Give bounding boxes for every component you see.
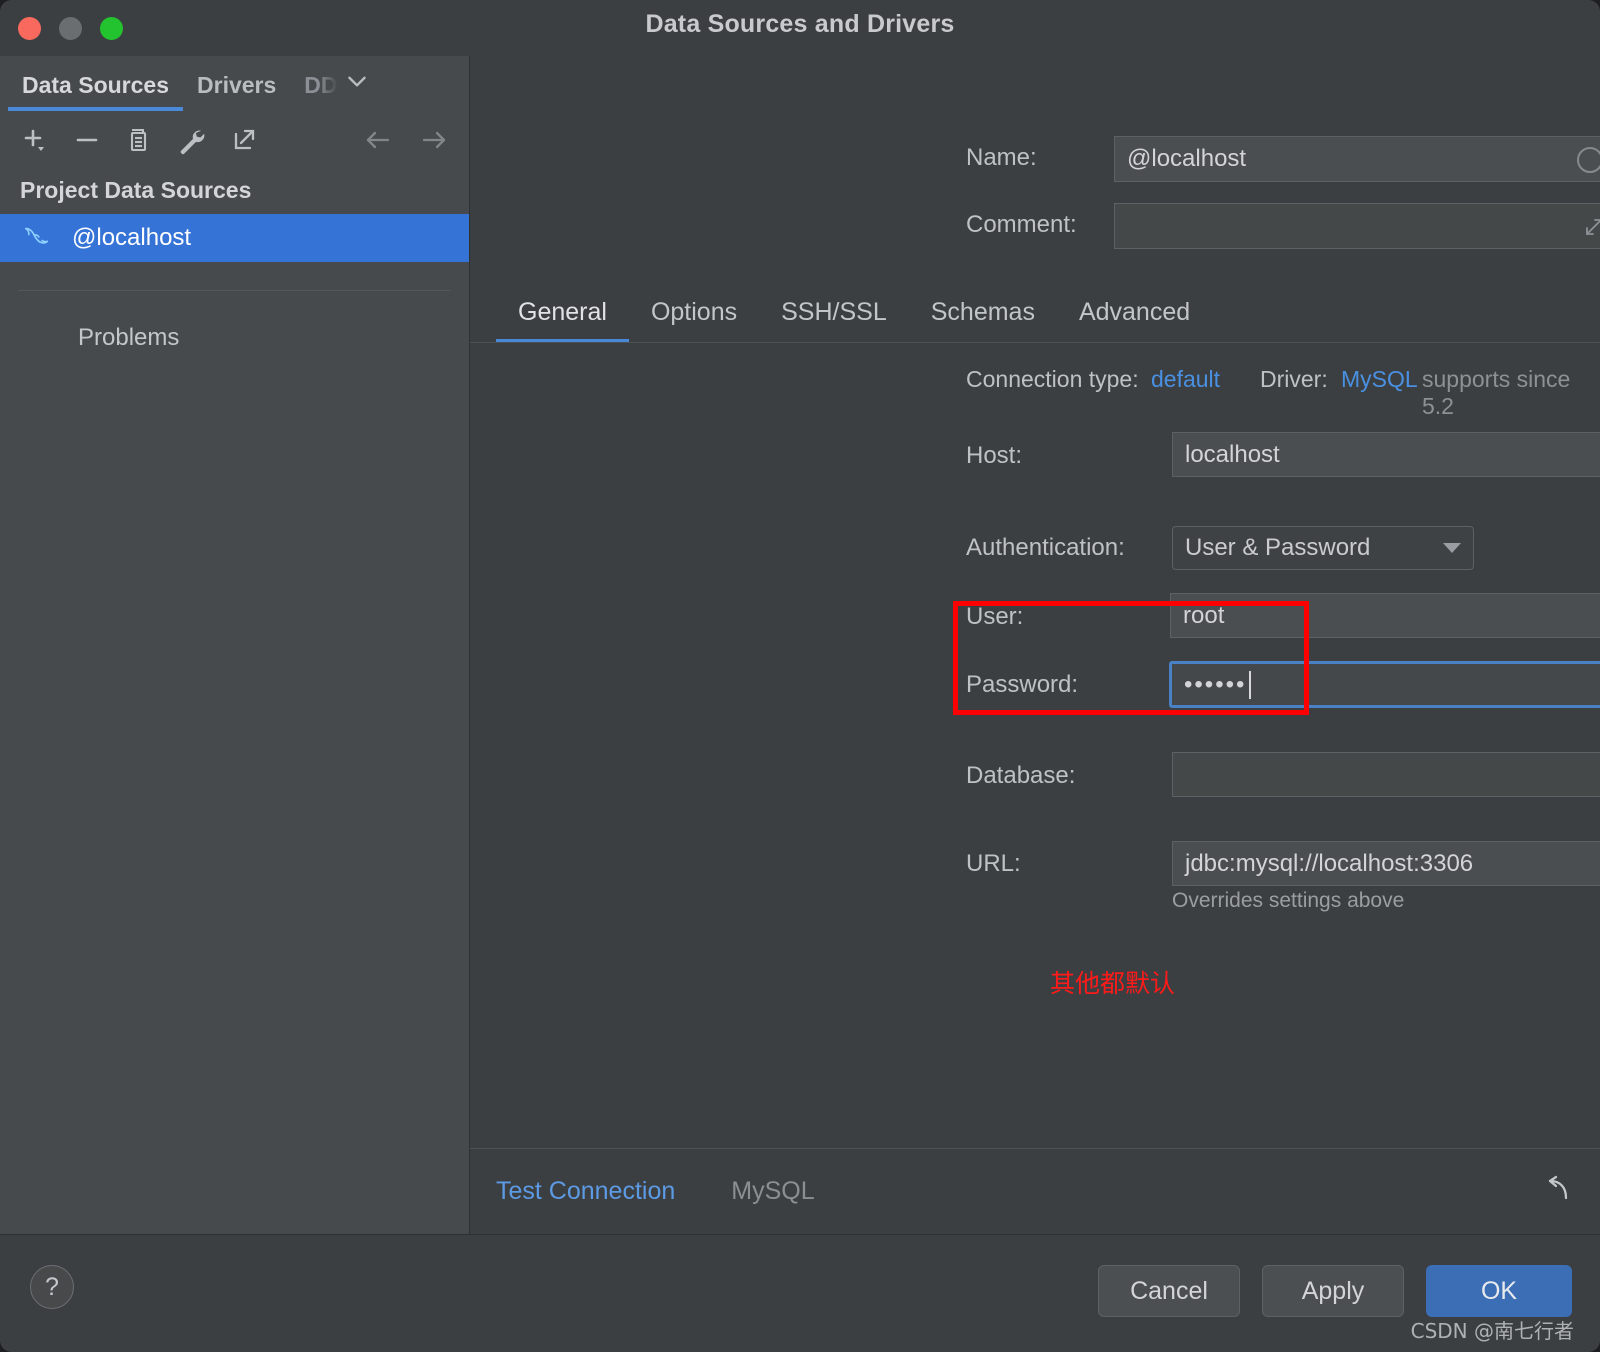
annotation-note: 其他都默认 — [1050, 969, 1176, 998]
name-input[interactable]: @localhost — [1114, 136, 1600, 182]
forward-arrow-icon[interactable] — [413, 119, 455, 161]
share-export-icon[interactable] — [222, 119, 264, 161]
sidebar-lower-area: Problems — [0, 262, 469, 1234]
sidebar-toolbar — [0, 111, 469, 169]
detail-scroll-area: Name: @localhost Create DDL Mapping Comm… — [470, 56, 1600, 1148]
authentication-value: User & Password — [1185, 534, 1371, 561]
test-connection-link[interactable]: Test Connection — [496, 1177, 675, 1206]
problems-label: Problems — [78, 324, 180, 351]
chevron-down-icon[interactable] — [344, 68, 370, 111]
mysql-dolphin-icon — [22, 223, 52, 254]
comment-input[interactable] — [1114, 203, 1600, 249]
tab-drivers[interactable]: Drivers — [183, 72, 290, 111]
authentication-label: Authentication: — [966, 534, 1125, 561]
apply-button[interactable]: Apply — [1262, 1265, 1404, 1317]
duplicate-icon[interactable] — [118, 119, 160, 161]
driver-name-label: MySQL — [731, 1177, 815, 1205]
detail-tab-bar: General Options SSH/SSL Schemas Advanced — [496, 281, 1600, 343]
help-button[interactable]: ? — [30, 1265, 74, 1309]
circle-icon[interactable] — [1575, 145, 1600, 182]
window-title: Data Sources and Drivers — [645, 10, 955, 38]
sidebar: Data Sources Drivers DD Project Data Sou… — [0, 56, 470, 1234]
sidebar-item-localhost[interactable]: @localhost — [0, 214, 469, 262]
dialog-window: Data Sources and Drivers Data Sources Dr… — [0, 0, 1600, 1352]
ok-button[interactable]: OK — [1426, 1265, 1572, 1317]
caret-down-icon — [1443, 543, 1461, 553]
user-input[interactable]: root — [1170, 593, 1600, 638]
back-arrow-icon[interactable] — [357, 119, 399, 161]
watermark: CSDN @南七行者 — [1410, 1319, 1574, 1343]
tab-general[interactable]: General — [496, 281, 629, 343]
revert-arrow-icon[interactable] — [1540, 1172, 1574, 1211]
authentication-select[interactable]: User & Password — [1172, 526, 1474, 570]
host-input-value: localhost — [1185, 440, 1280, 468]
tab-divider — [470, 342, 1600, 343]
tab-ssh-ssl[interactable]: SSH/SSL — [759, 281, 909, 343]
host-label: Host: — [966, 442, 1023, 469]
tab-ddl-mappings[interactable]: DD — [290, 72, 337, 111]
driver-value[interactable]: MySQL — [1341, 366, 1418, 393]
section-title-project-data-sources: Project Data Sources — [20, 177, 252, 203]
navigation-arrows — [357, 119, 455, 161]
name-input-value: @localhost — [1127, 145, 1247, 172]
tab-data-sources[interactable]: Data Sources — [8, 72, 184, 111]
host-input[interactable]: localhost — [1172, 432, 1600, 477]
expand-diagonal-icon[interactable] — [1581, 214, 1600, 247]
cancel-button[interactable]: Cancel — [1098, 1265, 1240, 1317]
divider — [18, 290, 451, 291]
database-label: Database: — [966, 762, 1076, 789]
dialog-footer: ? Cancel Apply OK CSDN @南七行者 — [0, 1234, 1600, 1352]
password-input[interactable]: •••••• — [1169, 661, 1600, 708]
detail-panel: Name: @localhost Create DDL Mapping Comm… — [470, 56, 1600, 1234]
name-label: Name: — [966, 144, 1037, 171]
add-icon[interactable] — [14, 119, 56, 161]
driver-label: Driver: — [1260, 366, 1328, 392]
footer-button-group: Cancel Apply OK — [1098, 1265, 1572, 1317]
tab-advanced[interactable]: Advanced — [1057, 281, 1212, 343]
password-label: Password: — [966, 671, 1079, 698]
password-input-value: •••••• — [1184, 670, 1247, 698]
tab-schemas[interactable]: Schemas — [909, 281, 1057, 343]
url-hint: Overrides settings above — [1172, 889, 1405, 912]
connection-type-value[interactable]: default — [1151, 366, 1220, 393]
user-label: User: — [966, 603, 1024, 630]
dialog-body: Data Sources Drivers DD Project Data Sou… — [0, 56, 1600, 1234]
tab-options[interactable]: Options — [629, 281, 759, 343]
user-input-value: root — [1183, 601, 1225, 629]
text-caret — [1249, 670, 1252, 699]
connection-type-label: Connection type: — [966, 366, 1139, 392]
sidebar-tab-bar: Data Sources Drivers DD — [0, 56, 469, 111]
database-input[interactable] — [1172, 752, 1600, 797]
url-input-value: jdbc:mysql://localhost:3306 — [1185, 849, 1474, 877]
url-input[interactable]: jdbc:mysql://localhost:3306 — [1172, 841, 1600, 886]
title-bar: Data Sources and Drivers — [0, 0, 1600, 56]
wrench-icon[interactable] — [170, 119, 212, 161]
url-label: URL: — [966, 850, 1021, 877]
sidebar-item-label: @localhost — [72, 224, 192, 251]
comment-label: Comment: — [966, 211, 1077, 238]
detail-bottom-bar: Test Connection MySQL — [470, 1148, 1600, 1234]
remove-icon[interactable] — [66, 119, 108, 161]
driver-supports-text: supports since 5.2 — [1422, 366, 1571, 419]
